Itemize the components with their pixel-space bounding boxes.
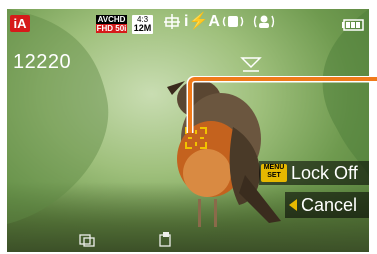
af-lock-menu-button[interactable]: MENU SET Lock Off [259, 161, 369, 185]
recording-format-badge: AVCHD FHD 50i [96, 15, 127, 33]
zoom-icon [159, 231, 173, 250]
rec-format-top: AVCHD [96, 15, 127, 24]
cancel-button[interactable]: Cancel [285, 192, 369, 218]
wide-icon [79, 233, 95, 250]
intelligent-auto-icon: iA [10, 15, 30, 32]
cancel-label: Cancel [301, 195, 358, 215]
picture-size-badge: 4:3 12M [132, 15, 153, 34]
stabilizer-icon [222, 12, 244, 35]
rec-format-bottom: FHD 50i [96, 24, 127, 33]
battery-icon [342, 18, 364, 36]
back-arrow-icon [289, 199, 297, 211]
picture-size-label: 12M [133, 23, 152, 33]
flash-icon: i⚡A [184, 13, 220, 30]
face-detect-icon [252, 12, 276, 35]
lock-off-label: Lock Off [291, 163, 358, 183]
callout-line [186, 76, 377, 133]
af-area-marker-icon [240, 56, 262, 73]
menu-set-icon: MENU SET [261, 164, 287, 182]
remaining-shots-count: 12220 [13, 51, 72, 73]
menu-badge-line1: MENU [263, 164, 285, 171]
grid-icon [162, 12, 182, 35]
menu-badge-line2: SET [267, 172, 281, 179]
